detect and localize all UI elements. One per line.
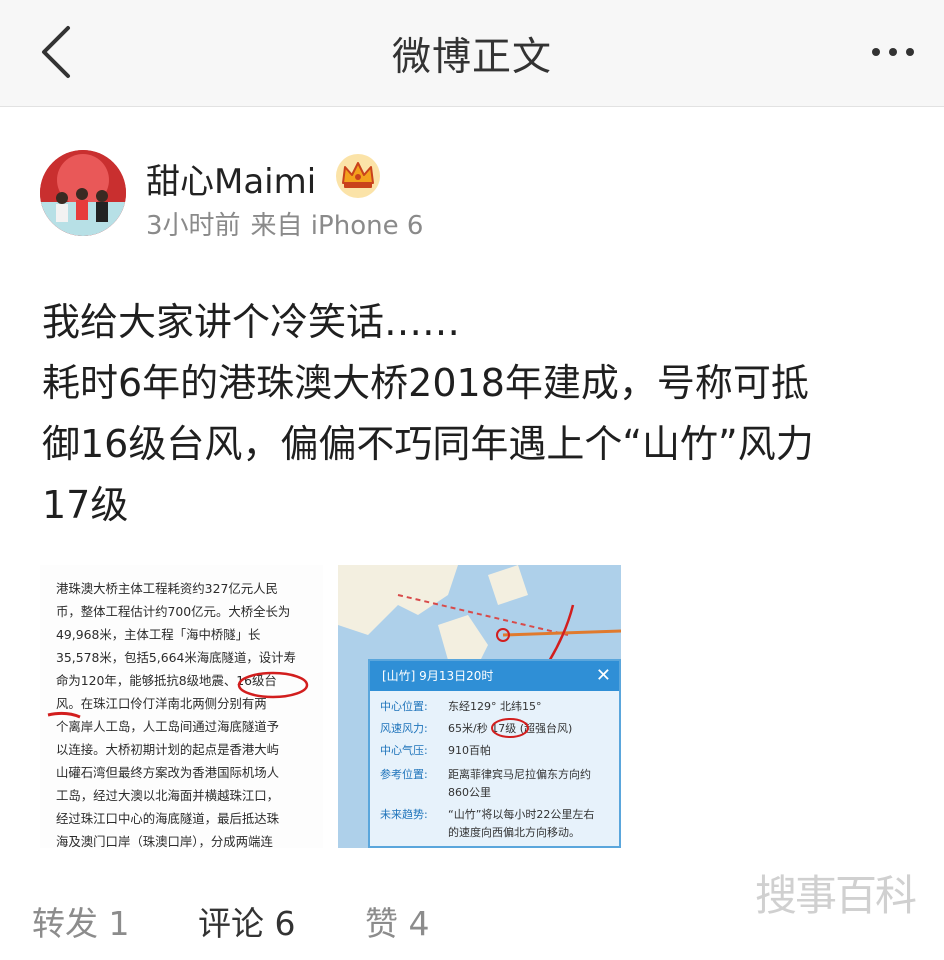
post-image-article[interactable]: 港珠澳大桥主体工程耗资约327亿元人民 币，整体工程估计约700亿元。大桥全长为… [40, 565, 323, 848]
info-row: 860公里 [448, 786, 491, 799]
red-annotation [47, 671, 309, 719]
info-row: 参考位置: 距离菲律宾马尼拉偏东方向约 [380, 768, 591, 781]
info-row: 未来趋势: “山竹”将以每小时22公里左右 [380, 808, 595, 821]
post-time: 3小时前 [146, 211, 241, 241]
avatar-photo [40, 150, 126, 236]
post-body: 我给大家讲个冷笑话…… 耗时6年的港珠澳大桥2018年建成，号称可抵 御16级台… [42, 292, 912, 536]
post-image-typhoon-map[interactable]: [山竹] 9月13日20时 ✕ 中心位置: 东经129° 北纬15° 风速风力: 6… [338, 565, 621, 848]
post-line: 我给大家讲个冷笑话…… [42, 300, 461, 344]
avatar[interactable] [40, 150, 126, 236]
typhoon-info-popup: [山竹] 9月13日20时 ✕ 中心位置: 东经129° 北纬15° 风速风力: 6… [368, 659, 621, 848]
info-row: 风速风力: 65米/秒 17级 (超强台风) [380, 722, 573, 735]
close-icon[interactable]: ✕ [596, 661, 611, 691]
page-title: 微博正文 [391, 35, 552, 80]
repost-button[interactable]: 转发 1 [32, 897, 130, 945]
popup-title: [山竹] 9月13日20时 [370, 661, 619, 691]
post-source: 来自 iPhone 6 [250, 211, 424, 241]
top-nav-bar: 微博正文 [0, 0, 944, 107]
author-name[interactable]: 甜心Maimi [146, 154, 316, 203]
post-line: 耗时6年的港珠澳大桥2018年建成，号称可抵 [42, 361, 809, 405]
comment-button[interactable]: 评论 6 [198, 897, 296, 945]
more-button[interactable] [868, 40, 918, 64]
watermark: 搜事百科 [755, 871, 917, 920]
info-row: 的速度向西偏北方向移动。 [448, 826, 580, 839]
post-line: 御16级台风，偏偏不巧同年遇上个“山竹”风力 [42, 422, 814, 466]
red-circle-annotation [491, 718, 529, 738]
like-button[interactable]: 赞 4 [365, 897, 430, 945]
crown-icon[interactable] [335, 153, 381, 199]
post-meta: 3小时前 来自 iPhone 6 [146, 205, 423, 242]
more-dots-icon [872, 48, 914, 56]
info-row: 中心气压: 910百帕 [380, 744, 491, 757]
post-line: 17级 [42, 483, 129, 527]
info-row: 中心位置: 东经129° 北纬15° [380, 700, 542, 713]
